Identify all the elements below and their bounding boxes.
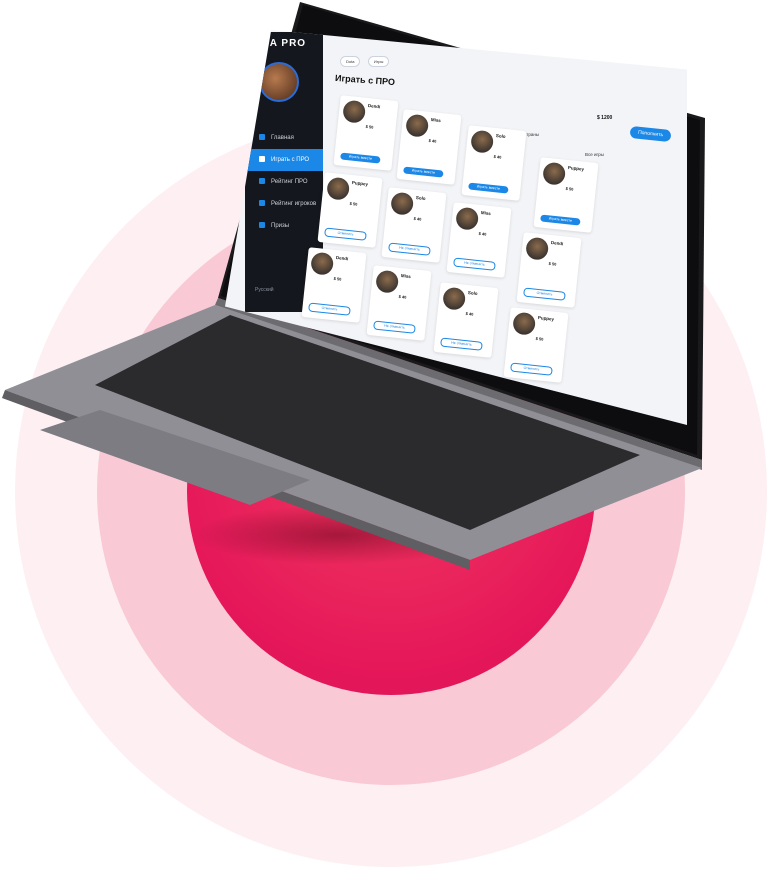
home-icon	[259, 134, 265, 141]
pro-card[interactable]: Puppey $ 50 Играть вместе	[533, 157, 599, 233]
pro-name: Miss	[480, 210, 492, 217]
sidebar-item-label: Рейтинг ПРО	[271, 179, 308, 185]
sidebar-item-label: Играть с ПРО	[271, 157, 310, 163]
sidebar-item-play-with-pro[interactable]: Играть с ПРО	[245, 149, 323, 171]
pro-name: Solo	[495, 133, 506, 140]
pro-name: Puppey	[351, 180, 369, 187]
pro-name: Solo	[415, 195, 426, 202]
pro-card[interactable]: Solo $ 40 Не отменить	[433, 282, 499, 358]
cancel-button[interactable]: Не отменить	[373, 320, 416, 334]
pro-card[interactable]: Solo $ 40 Не отменить	[381, 187, 447, 263]
cancel-button[interactable]: Отменить	[523, 287, 566, 301]
sidebar-item-prizes[interactable]: Призы	[245, 215, 323, 237]
brand-logo[interactable]: PLA PRO	[255, 38, 306, 49]
sidebar-item-label: Призы	[271, 223, 290, 229]
pro-card[interactable]: Miss $ 40 Не отменить	[366, 265, 432, 341]
pro-price: $ 40	[428, 137, 437, 144]
star-icon	[259, 178, 265, 185]
pro-name: Puppey	[567, 165, 585, 172]
pro-photo	[512, 311, 537, 336]
cancel-button[interactable]: Не отменить	[440, 337, 483, 351]
pro-photo	[390, 191, 415, 216]
pro-name: Miss	[400, 273, 412, 280]
play-together-button[interactable]: Играть вместе	[340, 152, 381, 164]
pro-name: Miss	[430, 117, 442, 124]
pro-name: Dendi	[550, 240, 564, 247]
pro-photo	[342, 99, 367, 124]
play-together-button[interactable]: Играть вместе	[540, 214, 581, 226]
sidebar-nav: Главная Играть с ПРО Рейтинг ПРО Рейтинг…	[245, 127, 323, 237]
sidebar-item-label: Рейтинг игроков	[271, 201, 317, 207]
sidebar-item-pro-rating[interactable]: Рейтинг ПРО	[245, 171, 323, 193]
pro-card[interactable]: Solo $ 40 Играть вместе	[461, 125, 527, 201]
cancel-button[interactable]: Отменить	[308, 302, 351, 316]
pro-price: $ 50	[333, 275, 342, 282]
pro-price: $ 50	[349, 200, 358, 207]
pro-price: $ 50	[548, 260, 557, 267]
cancel-button[interactable]: Не отменить	[388, 242, 431, 256]
pro-photo	[470, 129, 495, 154]
language-selector[interactable]: Русский	[255, 287, 274, 293]
pro-name: Dendi	[367, 103, 381, 110]
pro-name: Dendi	[335, 255, 349, 262]
gamepad-icon	[259, 156, 265, 163]
chart-icon	[259, 200, 265, 207]
sidebar-item-home[interactable]: Главная	[245, 127, 323, 149]
pro-photo	[326, 176, 351, 201]
pro-name: Puppey	[537, 315, 555, 322]
pro-photo	[455, 206, 480, 231]
pro-name: Solo	[467, 290, 478, 297]
pro-card[interactable]: Puppey $ 50 Отменить	[317, 172, 383, 248]
pro-price: $ 50	[365, 123, 374, 130]
sidebar-item-player-rating[interactable]: Рейтинг игроков	[245, 193, 323, 215]
pro-price: $ 40	[398, 293, 407, 300]
sidebar-item-label: Главная	[271, 135, 294, 141]
user-avatar[interactable]	[259, 62, 299, 102]
pro-photo	[310, 251, 335, 276]
pro-photo	[405, 113, 430, 138]
pro-photo	[525, 236, 550, 261]
pro-price: $ 50	[535, 335, 544, 342]
pro-price: $ 50	[565, 185, 574, 192]
cancel-button[interactable]: Не отменить	[453, 257, 496, 271]
pro-card[interactable]: Miss $ 40 Играть вместе	[396, 109, 462, 185]
pro-card[interactable]: Miss $ 40 Не отменить	[446, 202, 512, 278]
laptop-shadow	[190, 505, 490, 565]
pro-price: $ 40	[413, 215, 422, 222]
pro-card[interactable]: Dendi $ 50 Отменить	[301, 247, 367, 323]
pro-card[interactable]: Dendi $ 50 Играть вместе	[333, 95, 399, 171]
trophy-icon	[259, 222, 265, 229]
cancel-button[interactable]: Отменить	[324, 227, 367, 241]
pro-photo	[375, 269, 400, 294]
pro-price: $ 40	[478, 230, 487, 237]
pro-photo	[542, 161, 567, 186]
play-together-button[interactable]: Играть вместе	[403, 166, 444, 178]
pro-photo	[442, 286, 467, 311]
pro-price: $ 40	[493, 153, 502, 160]
pro-card[interactable]: Dendi $ 50 Отменить	[516, 232, 582, 308]
cancel-button[interactable]: Отменить	[510, 362, 553, 376]
pro-price: $ 40	[465, 310, 474, 317]
play-together-button[interactable]: Играть вместе	[468, 182, 509, 194]
pro-card[interactable]: Puppey $ 50 Отменить	[503, 307, 569, 383]
